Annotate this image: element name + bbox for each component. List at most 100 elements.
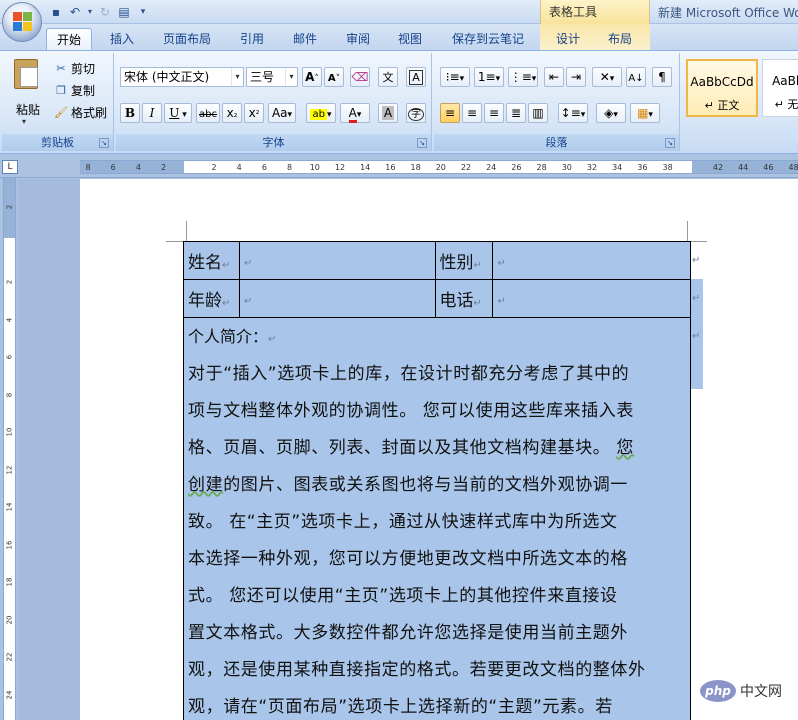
ruler-number: 6: [261, 163, 267, 172]
align-left-button[interactable]: ≡: [440, 103, 460, 123]
horizontal-ruler: L 8 6 4 2 2 4 6 8 10 12 14 16 18 20 22 24 26 28 30 32 34 36 38…: [0, 156, 798, 178]
ruler-number: 24: [486, 163, 497, 172]
row-end-mark: ↵: [692, 293, 701, 304]
age-label-cell[interactable]: 年龄↵: [183, 279, 240, 318]
phone-label-cell[interactable]: 电话↵: [434, 279, 494, 318]
paste-button[interactable]: 粘贴 ▾: [8, 57, 42, 127]
character-shading-button[interactable]: A: [378, 103, 398, 123]
phone-value-cell[interactable]: ↵: [492, 279, 691, 318]
bio-cell[interactable]: 个人简介：↵ 对于“插入”选项卡上的库，在设计时都充分考虑了其中的 项与文档整体外…: [183, 317, 691, 720]
clipboard-launcher-icon[interactable]: ↘: [99, 138, 109, 148]
bio-line: 项与文档整体外观的协调性。 您可以使用这些库来插入表: [188, 401, 635, 421]
shading-button[interactable]: ◈▾: [596, 103, 626, 123]
clipboard-group: 粘贴 ▾ ✂ 剪切 ❐ 复制 🖌 格式刷 剪贴板 ↘: [2, 53, 114, 151]
style-normal-name: ↵ 正文: [704, 99, 740, 112]
grow-font-button[interactable]: A˄: [302, 67, 322, 87]
bio-text: 对于“插入”选项卡上的库，在设计时都充分考虑了其中的 项与文档整体外观的协调性。 …: [188, 356, 686, 720]
print-preview-icon[interactable]: ▤: [116, 4, 132, 20]
resume-table[interactable]: 姓名↵ ↵ 性别↵ ↵ 年龄↵ ↵ 电话↵ ↵ 个人简介：↵ 对于“插入”选项卡…: [183, 241, 691, 720]
save-icon[interactable]: ▪: [48, 4, 64, 20]
strikethrough-button[interactable]: abc: [196, 103, 220, 123]
italic-button[interactable]: I: [142, 103, 162, 123]
vertical-ruler-number: 2: [5, 204, 14, 210]
highlight-button[interactable]: ab ▾: [306, 103, 336, 123]
font-color-button[interactable]: A▾: [340, 103, 370, 123]
line-spacing-button[interactable]: ↕≡▾: [558, 103, 588, 123]
style-normal[interactable]: AaBbCcDd ↵ 正文: [686, 59, 758, 117]
tab-review[interactable]: 审阅: [336, 28, 380, 50]
subscript-button[interactable]: x₂: [222, 103, 242, 123]
ruler-number: 48: [788, 163, 798, 172]
tab-references[interactable]: 引用: [230, 28, 274, 50]
tab-mailings[interactable]: 邮件: [283, 28, 327, 50]
document-page[interactable]: 姓名↵ ↵ 性别↵ ↵ 年龄↵ ↵ 电话↵ ↵ 个人简介：↵ 对于“插入”选项卡…: [80, 179, 798, 720]
distributed-button[interactable]: ▥: [528, 103, 548, 123]
enclose-characters-button[interactable]: 字: [406, 103, 426, 123]
tab-home[interactable]: 开始: [46, 28, 92, 50]
font-group-label: 字体: [116, 134, 431, 151]
name-value-cell[interactable]: ↵: [238, 241, 436, 280]
ruler-number: 14: [360, 163, 371, 172]
align-right-button[interactable]: ≡: [484, 103, 504, 123]
numbering-button[interactable]: 1≡▾: [474, 67, 504, 87]
tab-view[interactable]: 视图: [388, 28, 432, 50]
show-hide-marks-button[interactable]: ¶: [652, 67, 672, 87]
bio-line: 置文本格式。大多数控件都允许您选择是使用当前主题外: [188, 623, 628, 643]
gender-label-cell[interactable]: 性别↵: [434, 241, 494, 280]
row-end-mark: ↵: [692, 255, 701, 266]
watermark-text: 中文网: [740, 684, 782, 700]
font-size-value: 三号: [250, 70, 275, 84]
window-title: 新建 Microsoft Office Wo: [658, 6, 798, 20]
vertical-ruler-number: 16: [5, 540, 14, 549]
paste-dropdown-icon[interactable]: ▾: [22, 117, 26, 126]
borders-button[interactable]: ▦▾: [630, 103, 660, 123]
borders-icon: ▦: [637, 106, 649, 120]
font-size-select[interactable]: 三号 ▾: [246, 67, 298, 87]
tab-design[interactable]: 设计: [546, 28, 590, 50]
change-case-button[interactable]: Aa▾: [268, 103, 296, 123]
paste-label: 粘贴: [15, 103, 40, 117]
chinese-layout-button[interactable]: ✕▾: [592, 67, 622, 87]
font-name-value: 宋体 (中文正文): [124, 70, 210, 84]
font-name-select[interactable]: 宋体 (中文正文) ▾: [120, 67, 244, 87]
customize-qat-icon[interactable]: ▾: [135, 4, 151, 20]
bullets-button[interactable]: ⁝≡▾: [440, 67, 470, 87]
copy-button[interactable]: ❐ 复制: [54, 81, 95, 99]
sort-button[interactable]: A↓: [626, 67, 646, 87]
gender-value-cell[interactable]: ↵: [492, 241, 691, 280]
cut-button[interactable]: ✂ 剪切: [54, 59, 95, 77]
name-label-cell[interactable]: 姓名↵: [183, 241, 240, 280]
superscript-button[interactable]: x²: [244, 103, 264, 123]
tab-page-layout[interactable]: 页面布局: [154, 28, 220, 50]
outdent-icon: ⇤: [548, 70, 560, 84]
paragraph-launcher-icon[interactable]: ↘: [665, 138, 675, 148]
underline-button[interactable]: U ▾: [164, 103, 192, 123]
phonetic-guide-button[interactable]: 文: [378, 67, 398, 87]
tab-layout[interactable]: 布局: [598, 28, 642, 50]
table-row: 个人简介：↵ 对于“插入”选项卡上的库，在设计时都充分考虑了其中的 项与文档整体外…: [183, 317, 691, 720]
ruler-number: 6: [110, 163, 116, 172]
undo-icon[interactable]: ↶: [67, 4, 83, 20]
shrink-font-button[interactable]: A˅: [324, 67, 344, 87]
line-spacing-icon: ↕≡: [560, 106, 581, 120]
font-launcher-icon[interactable]: ↘: [417, 138, 427, 148]
increase-indent-button[interactable]: ⇥: [566, 67, 586, 87]
office-button[interactable]: [2, 2, 42, 42]
undo-dropdown-icon[interactable]: ▾: [86, 4, 94, 20]
ruler-strip[interactable]: 8 6 4 2 2 4 6 8 10 12 14 16 18 20 22 24 26 28 30 32 34 36 38 42…: [80, 160, 798, 174]
justify-button[interactable]: ≣: [506, 103, 526, 123]
vertical-ruler-number: 6: [5, 354, 14, 360]
multilevel-list-button[interactable]: ⋮≡▾: [508, 67, 538, 87]
age-value-cell[interactable]: ↵: [238, 279, 436, 318]
clear-formatting-button[interactable]: ⌫: [350, 67, 370, 87]
align-center-button[interactable]: ≡: [462, 103, 482, 123]
character-border-button[interactable]: A: [406, 67, 426, 87]
style-no-spacing[interactable]: AaBbC ↵ 无间: [762, 59, 798, 117]
tab-selector-icon[interactable]: L: [2, 160, 18, 174]
tab-insert[interactable]: 插入: [100, 28, 144, 50]
format-painter-button[interactable]: 🖌 格式刷: [54, 103, 107, 121]
decrease-indent-button[interactable]: ⇤: [544, 67, 564, 87]
bold-button[interactable]: B: [120, 103, 140, 123]
tab-save-to-cloud-notes[interactable]: 保存到云笔记: [442, 28, 534, 50]
redo-icon[interactable]: ↻: [97, 4, 113, 20]
